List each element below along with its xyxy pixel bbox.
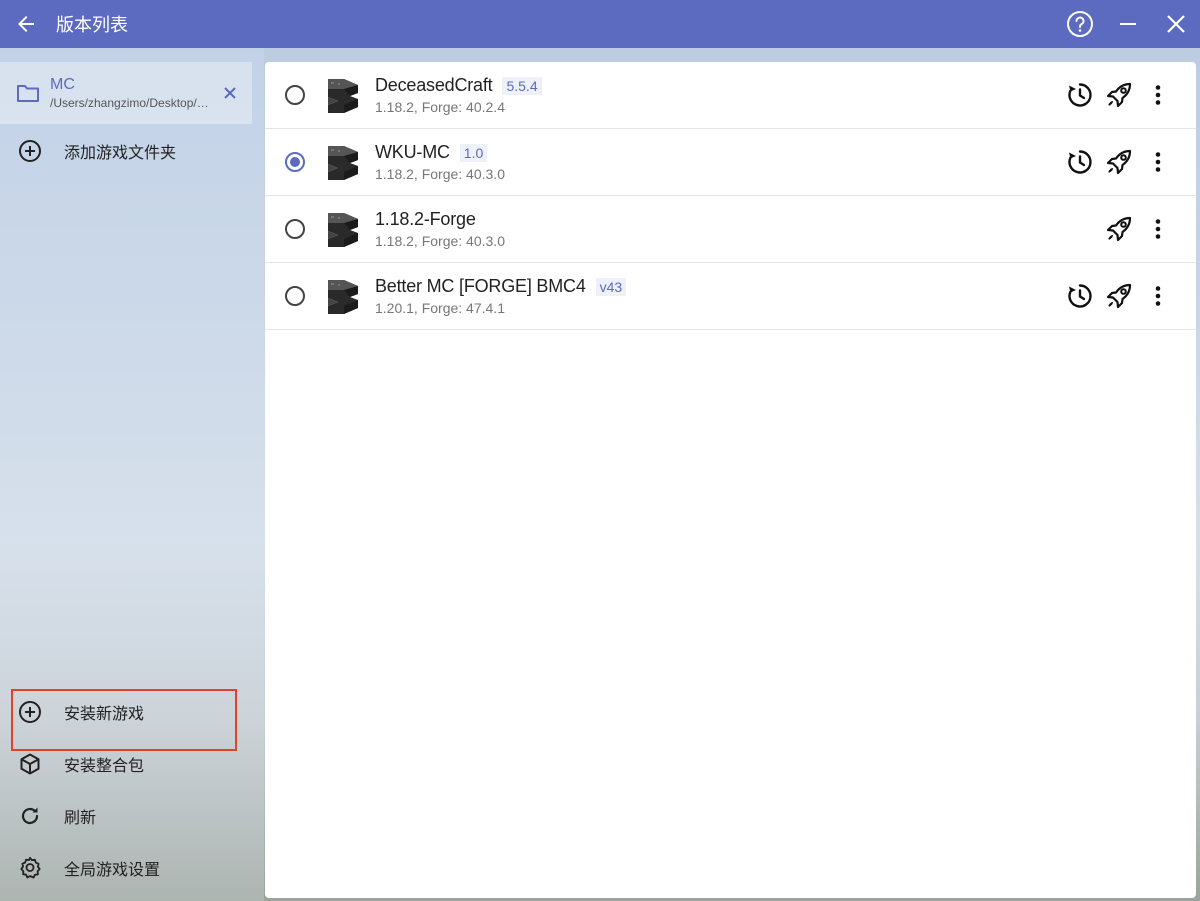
plus-circle-icon <box>19 140 41 162</box>
launch-button[interactable] <box>1101 77 1137 113</box>
more-menu-button[interactable] <box>1140 278 1176 314</box>
version-name: 1.18.2-Forge <box>375 209 476 229</box>
history-icon <box>1068 83 1092 107</box>
update-button[interactable] <box>1062 77 1098 113</box>
rocket-icon <box>1106 216 1132 242</box>
rocket-icon <box>1106 283 1132 309</box>
title-bar: 版本列表 <box>0 0 1200 48</box>
help-circle-icon <box>1067 11 1093 37</box>
refresh-button[interactable]: 刷新 <box>0 791 252 841</box>
game-folder-item[interactable]: MC /Users/zhangzimo/Desktop/MC <box>0 62 252 124</box>
page-title: 版本列表 <box>56 15 128 35</box>
minecraft-block-icon <box>328 146 358 180</box>
global-game-settings-label: 全局游戏设置 <box>64 862 161 879</box>
back-button[interactable] <box>4 2 48 46</box>
install-modpack-label: 安装整合包 <box>64 758 145 775</box>
more-vertical-icon <box>1155 85 1161 105</box>
version-row[interactable]: DeceasedCraft 5.5.4 1.18.2, Forge: 40.2.… <box>265 62 1196 129</box>
close-button[interactable] <box>1152 0 1200 48</box>
version-list: DeceasedCraft 5.5.4 1.18.2, Forge: 40.2.… <box>265 62 1196 898</box>
more-menu-button[interactable] <box>1140 211 1176 247</box>
version-radio[interactable] <box>285 219 305 239</box>
more-vertical-icon <box>1155 286 1161 306</box>
version-name: Better MC [FORGE] BMC4 <box>375 276 586 296</box>
more-menu-button[interactable] <box>1140 144 1176 180</box>
version-tag: 1.0 <box>459 143 488 162</box>
minecraft-block-icon <box>328 280 358 314</box>
history-icon <box>1068 150 1092 174</box>
version-subtitle: 1.20.1, Forge: 47.4.1 <box>375 300 505 316</box>
version-subtitle: 1.18.2, Forge: 40.3.0 <box>375 166 505 182</box>
remove-folder-button[interactable] <box>216 79 244 107</box>
rocket-icon <box>1106 149 1132 175</box>
update-button[interactable] <box>1062 144 1098 180</box>
version-name: WKU-MC <box>375 142 450 162</box>
more-menu-button[interactable] <box>1140 77 1176 113</box>
version-tag: v43 <box>595 277 627 296</box>
folder-path: /Users/zhangzimo/Desktop/MC <box>50 96 210 110</box>
refresh-label: 刷新 <box>64 810 97 827</box>
version-radio[interactable] <box>285 286 305 306</box>
version-radio[interactable] <box>285 85 305 105</box>
folder-name: MC <box>50 76 75 93</box>
launch-button[interactable] <box>1101 278 1137 314</box>
folder-icon <box>17 85 39 102</box>
refresh-icon <box>21 807 39 825</box>
history-icon <box>1068 284 1092 308</box>
minecraft-block-icon <box>328 79 358 113</box>
version-row[interactable]: WKU-MC 1.0 1.18.2, Forge: 40.3.0 <box>265 129 1196 196</box>
version-subtitle: 1.18.2, Forge: 40.3.0 <box>375 233 505 249</box>
more-vertical-icon <box>1155 152 1161 172</box>
version-name: DeceasedCraft <box>375 75 493 95</box>
close-icon <box>224 87 236 99</box>
launch-button[interactable] <box>1101 211 1137 247</box>
package-icon <box>20 753 40 775</box>
sidebar: MC /Users/zhangzimo/Desktop/MC 添加游戏文件夹 安… <box>0 48 264 901</box>
version-radio[interactable] <box>285 152 305 172</box>
minimize-button[interactable] <box>1104 0 1152 48</box>
close-icon <box>1167 15 1185 33</box>
version-tag: 5.5.4 <box>502 76 542 95</box>
minecraft-block-icon <box>328 213 358 247</box>
launch-button[interactable] <box>1101 144 1137 180</box>
more-vertical-icon <box>1155 219 1161 239</box>
update-button[interactable] <box>1062 278 1098 314</box>
version-row[interactable]: Better MC [FORGE] BMC4 v43 1.20.1, Forge… <box>265 263 1196 330</box>
gear-icon <box>20 856 41 879</box>
version-subtitle: 1.18.2, Forge: 40.2.4 <box>375 99 505 115</box>
highlight-annotation-box <box>11 689 237 751</box>
add-game-folder-label: 添加游戏文件夹 <box>64 145 177 162</box>
minimize-icon <box>1120 23 1136 25</box>
version-row[interactable]: 1.18.2-Forge 1.18.2, Forge: 40.3.0 <box>265 196 1196 263</box>
arrow-left-icon <box>18 16 34 32</box>
help-button[interactable] <box>1056 0 1104 48</box>
add-game-folder-button[interactable]: 添加游戏文件夹 <box>0 126 252 176</box>
global-game-settings-button[interactable]: 全局游戏设置 <box>0 843 252 893</box>
rocket-icon <box>1106 82 1132 108</box>
